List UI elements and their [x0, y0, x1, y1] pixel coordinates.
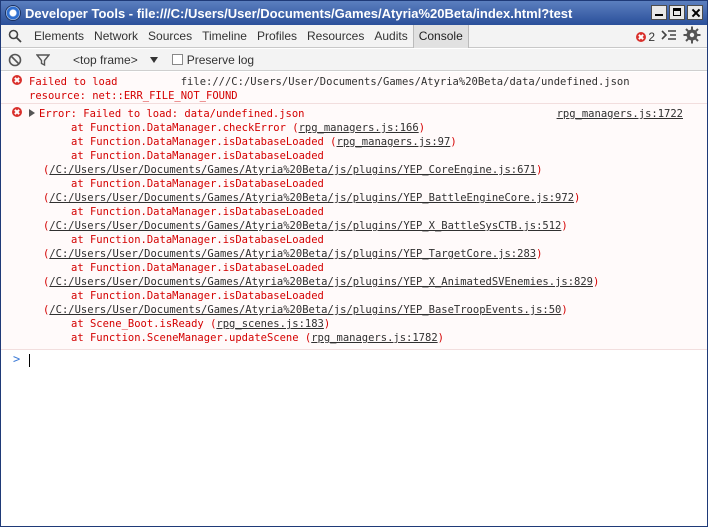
stack-frame-source-link[interactable]: /C:/Users/User/Documents/Games/Atyria%20… [49, 164, 536, 176]
source-location-link[interactable]: rpg_managers.js:1722 [557, 107, 683, 121]
exception-text: Error: Failed to load: data/undefined.js… [39, 108, 305, 120]
stack-frame: at Function.DataManager.isDatabaseLoaded [29, 205, 707, 219]
message-reason: resource: net::ERR_FILE_NOT_FOUND [29, 90, 238, 102]
stack-frame-suffix: ) [536, 164, 543, 176]
failed-resource-url[interactable]: file:///C:/Users/User/Documents/Games/At… [181, 76, 630, 88]
frame-selector-value: <top frame> [73, 52, 138, 67]
inspect-search-icon[interactable] [1, 25, 29, 48]
stack-frame: at Function.DataManager.isDatabaseLoaded [29, 261, 707, 275]
stack-frame: (/C:/Users/User/Documents/Games/Atyria%2… [29, 275, 707, 289]
stack-frame: at Function.DataManager.isDatabaseLoaded [29, 233, 707, 247]
stack-frame: (/C:/Users/User/Documents/Games/Atyria%2… [29, 163, 707, 177]
stack-frame-source-link[interactable]: rpg_managers.js:97 [337, 136, 451, 148]
tab-sources[interactable]: Sources [143, 25, 197, 48]
preserve-log-toggle[interactable]: Preserve log [171, 52, 255, 67]
stack-frame: at Function.DataManager.isDatabaseLoaded… [29, 135, 707, 149]
stack-frame: (/C:/Users/User/Documents/Games/Atyria%2… [29, 303, 707, 317]
stack-frame-suffix: ) [437, 332, 444, 344]
stack-frame-source-link[interactable]: /C:/Users/User/Documents/Games/Atyria%20… [49, 276, 593, 288]
tab-console[interactable]: Console [412, 24, 469, 48]
preserve-log-checkbox[interactable] [171, 54, 183, 65]
stack-frame-text: at Function.DataManager.isDatabaseLoaded… [71, 136, 337, 148]
stack-frame-source-link[interactable]: /C:/Users/User/Documents/Games/Atyria%20… [49, 192, 574, 204]
tab-resources[interactable]: Resources [302, 25, 369, 48]
stack-frame-source-link[interactable]: /C:/Users/User/Documents/Games/Atyria%20… [49, 248, 536, 260]
error-icon [12, 75, 22, 85]
tab-network[interactable]: Network [89, 25, 143, 48]
chevron-down-icon [149, 56, 158, 63]
title-bar[interactable]: Developer Tools - file:///C:/Users/User/… [1, 1, 707, 25]
stack-frame-source-link[interactable]: rpg_managers.js:166 [299, 122, 419, 134]
devtools-app-icon [5, 5, 21, 21]
drawer-toggle-icon[interactable] [661, 28, 677, 45]
text-cursor [29, 354, 30, 367]
console-prompt[interactable]: > [1, 352, 707, 368]
clear-console-icon[interactable] [1, 49, 29, 71]
message-prefix: Failed to load [29, 76, 118, 88]
stack-frame-suffix: ) [561, 220, 568, 232]
tab-profiles[interactable]: Profiles [252, 25, 302, 48]
tab-elements[interactable]: Elements [29, 25, 89, 48]
settings-gear-icon[interactable] [683, 26, 701, 47]
tab-audits[interactable]: Audits [369, 25, 412, 48]
stack-frame: at Function.DataManager.isDatabaseLoaded [29, 149, 707, 163]
disclosure-triangle-icon[interactable] [29, 109, 35, 117]
maximize-button[interactable] [669, 5, 685, 20]
stack-frame-text: at Function.DataManager.isDatabaseLoaded [71, 234, 324, 246]
close-button[interactable] [687, 5, 703, 20]
stack-frame-text: at Function.DataManager.isDatabaseLoaded [71, 178, 324, 190]
stack-frame-suffix: ) [323, 318, 331, 330]
stack-frame-suffix: ) [592, 276, 600, 288]
tab-timeline[interactable]: Timeline [197, 25, 252, 48]
tab-bar-right: 2 [636, 26, 701, 47]
window-title: Developer Tools - file:///C:/Users/User/… [25, 5, 573, 21]
stack-frame-text: at Function.DataManager.checkError ( [71, 122, 299, 134]
error-icon [636, 31, 647, 42]
message-line: Failed to load file:///C:/Users/User/Doc… [29, 75, 707, 89]
stack-frame-text: at Function.SceneManager.updateScene ( [71, 332, 312, 344]
stack-frame-text: at Scene_Boot.isReady ( [71, 318, 217, 330]
stack-frame-suffix: ) [450, 136, 457, 148]
window-controls [651, 5, 703, 20]
stack-frame-suffix: ) [418, 122, 426, 134]
stack-frame-source-link[interactable]: rpg_managers.js:1782 [311, 332, 437, 344]
stack-trace: at Function.DataManager.checkError (rpg_… [29, 121, 707, 345]
stack-frame: at Function.SceneManager.updateScene (rp… [29, 331, 707, 345]
error-icon [12, 107, 22, 117]
stack-frame: at Function.DataManager.checkError (rpg_… [29, 121, 707, 135]
console-message-exception: rpg_managers.js:1722 Error: Failed to lo… [1, 104, 707, 350]
stack-frame: at Function.DataManager.isDatabaseLoaded [29, 177, 707, 191]
console-output[interactable]: Failed to load file:///C:/Users/User/Doc… [1, 72, 707, 526]
stack-frame: (/C:/Users/User/Documents/Games/Atyria%2… [29, 191, 707, 205]
devtools-tab-bar: Elements Network Sources Timeline Profil… [1, 24, 707, 48]
filter-icon[interactable] [29, 49, 57, 71]
stack-frame-text: at Function.DataManager.isDatabaseLoaded [71, 206, 324, 218]
console-message-resource-error: Failed to load file:///C:/Users/User/Doc… [1, 72, 707, 104]
prompt-chevron-icon: > [13, 352, 21, 366]
stack-frame-suffix: ) [561, 304, 568, 316]
stack-frame: at Scene_Boot.isReady (rpg_scenes.js:183… [29, 317, 707, 331]
stack-frame: at Function.DataManager.isDatabaseLoaded [29, 289, 707, 303]
stack-frame-suffix: ) [536, 248, 543, 260]
stack-frame-text: at Function.DataManager.isDatabaseLoaded [71, 262, 324, 274]
stack-frame-source-link[interactable]: /C:/Users/User/Documents/Games/Atyria%20… [49, 304, 561, 316]
stack-frame-text: at Function.DataManager.isDatabaseLoaded [71, 290, 324, 302]
preserve-log-label: Preserve log [186, 52, 255, 67]
error-count: 2 [648, 29, 655, 44]
stack-frame: (/C:/Users/User/Documents/Games/Atyria%2… [29, 247, 707, 261]
stack-frame-source-link[interactable]: rpg_scenes.js:183 [216, 318, 323, 330]
frame-selector[interactable]: <top frame> [73, 53, 158, 67]
error-counter[interactable]: 2 [636, 30, 655, 44]
stack-frame-text: at Function.DataManager.isDatabaseLoaded [71, 150, 324, 162]
stack-frame: (/C:/Users/User/Documents/Games/Atyria%2… [29, 219, 707, 233]
stack-frame-suffix: ) [574, 192, 581, 204]
console-toolbar: <top frame> Preserve log [1, 49, 707, 71]
stack-frame-source-link[interactable]: /C:/Users/User/Documents/Games/Atyria%20… [49, 220, 561, 232]
devtools-window: Developer Tools - file:///C:/Users/User/… [0, 0, 708, 527]
minimize-button[interactable] [651, 5, 667, 20]
